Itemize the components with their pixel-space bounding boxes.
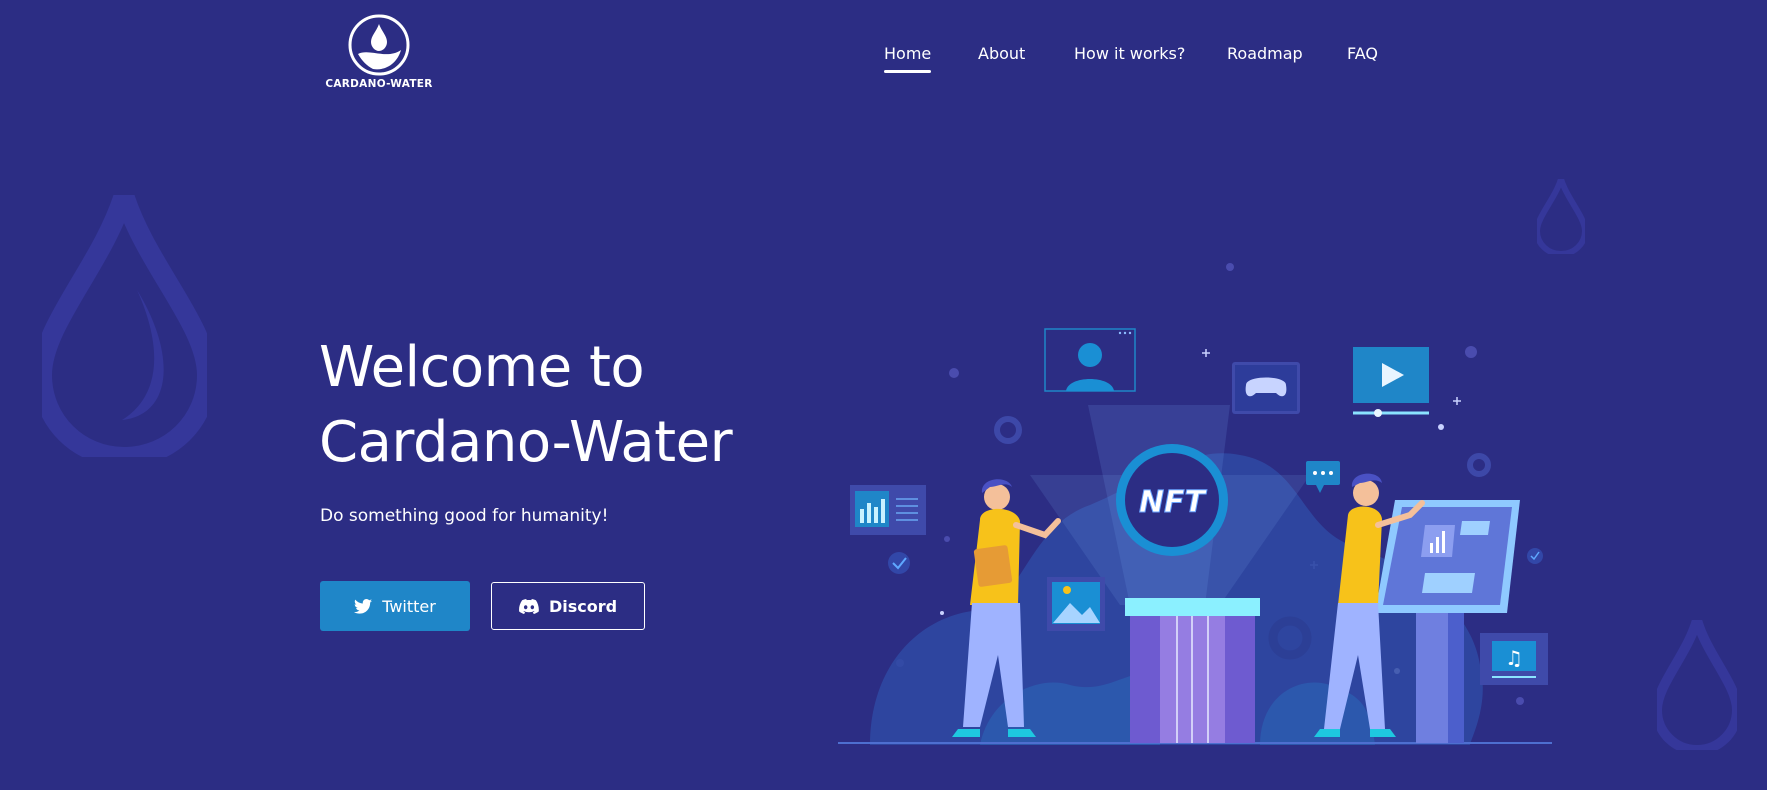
hero-title: Welcome to Cardano-Water <box>319 330 733 480</box>
nav-home[interactable]: Home <box>884 44 932 73</box>
profile-card-icon <box>1044 328 1136 392</box>
hero-title-line2: Cardano-Water <box>319 410 733 475</box>
nav-about[interactable]: About <box>978 44 1025 63</box>
chart-card-icon <box>850 485 926 535</box>
twitter-label: Twitter <box>382 596 436 616</box>
nft-coin: NFT <box>1116 444 1228 556</box>
video-player-icon <box>1353 347 1429 417</box>
nav-roadmap[interactable]: Roadmap <box>1227 44 1303 63</box>
image-icon <box>1047 577 1105 631</box>
nav-how-it-works[interactable]: How it works? <box>1074 44 1185 63</box>
discord-label: Discord <box>548 596 618 616</box>
music-card-icon: ♫ <box>1480 633 1548 685</box>
discord-button[interactable]: Discord <box>491 582 645 630</box>
nav-faq[interactable]: FAQ <box>1347 44 1378 63</box>
gamepad-icon <box>1232 362 1300 414</box>
background-drop-icon <box>42 195 207 457</box>
twitter-button[interactable]: Twitter <box>320 581 470 631</box>
hero-subtitle: Do something good for humanity! <box>320 506 609 526</box>
logo-text: CARDANO-WATER <box>325 78 433 90</box>
background-drop-icon <box>1657 620 1737 750</box>
nft-illustration: NFT ♫ <box>838 263 1552 745</box>
svg-text:♫: ♫ <box>1505 646 1523 670</box>
twitter-icon <box>354 598 373 614</box>
discord-icon <box>518 598 539 614</box>
hero-title-line1: Welcome to <box>319 335 645 400</box>
nft-text: NFT <box>1139 485 1208 520</box>
main-nav: Home About How it works? Roadmap FAQ <box>0 44 1767 74</box>
chat-bubble-icon <box>1306 461 1340 493</box>
